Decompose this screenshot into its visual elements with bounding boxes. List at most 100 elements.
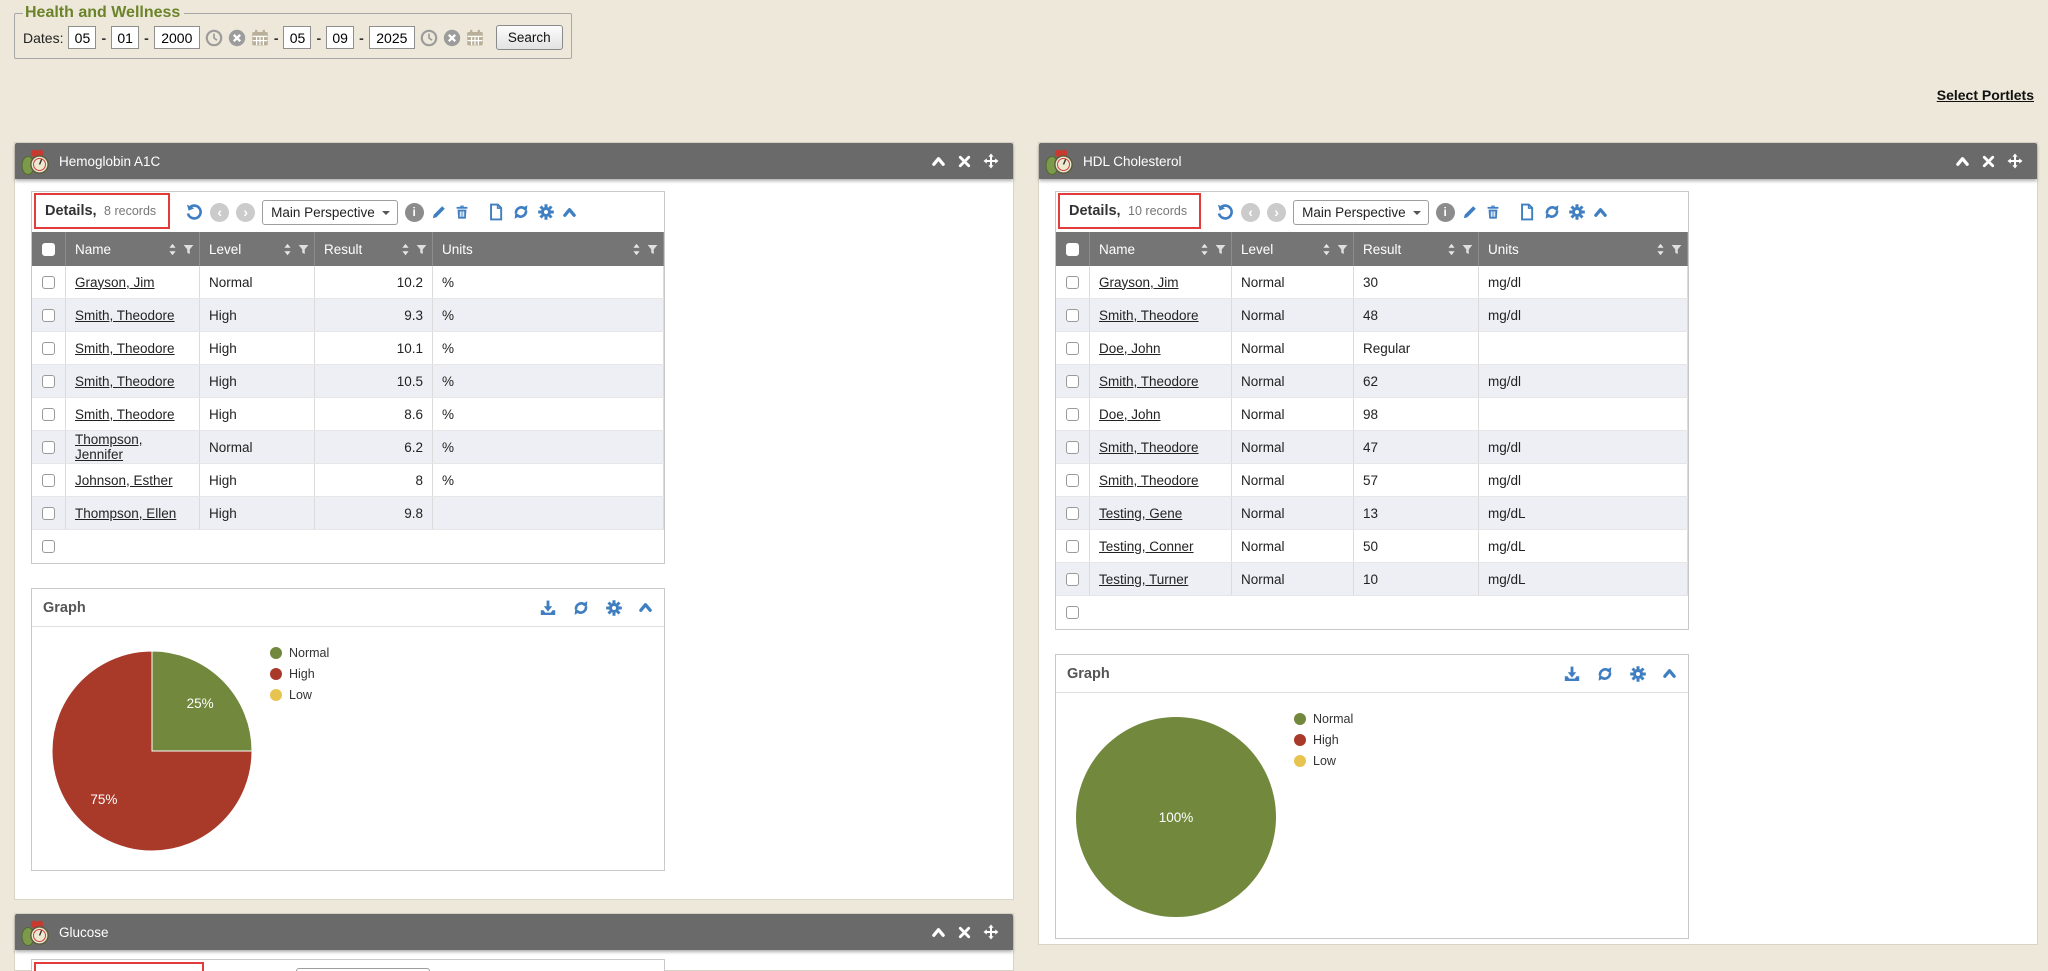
- table-row[interactable]: Testing, Gene Normal 13 mg/dL: [1056, 497, 1688, 530]
- filter-icon[interactable]: [647, 243, 658, 256]
- patient-name-link[interactable]: Smith, Theodore: [75, 341, 175, 356]
- row-checkbox[interactable]: [42, 342, 55, 355]
- settings-button[interactable]: [537, 203, 555, 221]
- table-row[interactable]: Doe, John Normal Regular: [1056, 332, 1688, 365]
- row-checkbox[interactable]: [42, 474, 55, 487]
- to-day-field[interactable]: [326, 26, 354, 49]
- filter-icon[interactable]: [1462, 243, 1473, 256]
- patient-name-link[interactable]: Doe, John: [1099, 407, 1161, 422]
- row-checkbox[interactable]: [1066, 408, 1079, 421]
- sort-icon[interactable]: [167, 243, 178, 256]
- settings-button[interactable]: [1568, 203, 1586, 221]
- close-button[interactable]: [957, 153, 972, 169]
- download-button[interactable]: [539, 599, 557, 617]
- patient-name-link[interactable]: Doe, John: [1099, 341, 1161, 356]
- sort-icon[interactable]: [1199, 243, 1210, 256]
- previous-button[interactable]: ‹: [210, 203, 229, 222]
- previous-button[interactable]: ‹: [1241, 203, 1260, 222]
- row-checkbox[interactable]: [1066, 309, 1079, 322]
- patient-name-link[interactable]: Testing, Conner: [1099, 539, 1194, 554]
- filter-icon[interactable]: [298, 243, 309, 256]
- patient-name-link[interactable]: Thompson, Ellen: [75, 506, 176, 521]
- patient-name-link[interactable]: Smith, Theodore: [1099, 440, 1199, 455]
- undo-button[interactable]: [1216, 203, 1234, 221]
- download-button[interactable]: [1563, 665, 1581, 683]
- move-handle[interactable]: [983, 924, 999, 940]
- move-handle[interactable]: [983, 153, 999, 169]
- row-checkbox[interactable]: [42, 375, 55, 388]
- patient-name-link[interactable]: Smith, Theodore: [1099, 473, 1199, 488]
- close-button[interactable]: [1981, 153, 1996, 169]
- delete-button[interactable]: [1485, 204, 1501, 220]
- settings-button[interactable]: [1629, 665, 1647, 683]
- patient-name-link[interactable]: Grayson, Jim: [75, 275, 155, 290]
- row-checkbox[interactable]: [42, 309, 55, 322]
- refresh-button[interactable]: [512, 203, 530, 221]
- filter-icon[interactable]: [183, 243, 194, 256]
- filter-icon[interactable]: [1215, 243, 1226, 256]
- patient-name-link[interactable]: Johnson, Esther: [75, 473, 173, 488]
- sort-icon[interactable]: [1655, 243, 1666, 256]
- row-checkbox[interactable]: [42, 441, 55, 454]
- table-row[interactable]: Thompson, Ellen High 9.8: [32, 497, 664, 530]
- collapse-section-button[interactable]: [1593, 205, 1608, 220]
- from-year-field[interactable]: [154, 26, 200, 49]
- row-checkbox[interactable]: [1066, 375, 1079, 388]
- patient-name-link[interactable]: Grayson, Jim: [1099, 275, 1179, 290]
- undo-button[interactable]: [185, 203, 203, 221]
- column-header[interactable]: Units: [433, 232, 664, 266]
- close-button[interactable]: [957, 924, 972, 940]
- patient-name-link[interactable]: Thompson, Jennifer: [75, 432, 190, 462]
- portlet-titlebar[interactable]: Hemoglobin A1C: [15, 143, 1013, 179]
- table-row[interactable]: Grayson, Jim Normal 30 mg/dl: [1056, 266, 1688, 299]
- perspective-select[interactable]: [296, 968, 430, 971]
- to-year-field[interactable]: [369, 26, 415, 49]
- row-checkbox[interactable]: [1066, 276, 1079, 289]
- refresh-button[interactable]: [1596, 665, 1614, 683]
- refresh-button[interactable]: [572, 599, 590, 617]
- table-row[interactable]: Testing, Turner Normal 10 mg/dL: [1056, 563, 1688, 596]
- next-button[interactable]: ›: [236, 203, 255, 222]
- from-month-field[interactable]: [68, 26, 96, 49]
- row-checkbox[interactable]: [1066, 540, 1079, 553]
- row-checkbox[interactable]: [1066, 342, 1079, 355]
- table-row[interactable]: Smith, Theodore High 9.3 %: [32, 299, 664, 332]
- refresh-button[interactable]: [1543, 203, 1561, 221]
- sort-icon[interactable]: [1446, 243, 1457, 256]
- table-row[interactable]: Smith, Theodore Normal 48 mg/dl: [1056, 299, 1688, 332]
- patient-name-link[interactable]: Smith, Theodore: [75, 308, 175, 323]
- column-header[interactable]: Name: [1090, 232, 1232, 266]
- select-all-checkbox[interactable]: [42, 243, 55, 256]
- info-button[interactable]: i: [405, 203, 424, 222]
- to-month-field[interactable]: [283, 26, 311, 49]
- select-all-checkbox[interactable]: [1066, 243, 1079, 256]
- from-day-field[interactable]: [111, 26, 139, 49]
- table-row[interactable]: Smith, Theodore Normal 62 mg/dl: [1056, 365, 1688, 398]
- filter-icon[interactable]: [1337, 243, 1348, 256]
- perspective-select[interactable]: Main Perspective: [262, 200, 398, 225]
- filter-icon[interactable]: [416, 243, 427, 256]
- portlet-titlebar[interactable]: HDL Cholesterol: [1039, 143, 2037, 179]
- edit-button[interactable]: [1462, 204, 1478, 220]
- row-checkbox[interactable]: [1066, 507, 1079, 520]
- new-record-button[interactable]: [1518, 203, 1536, 221]
- from-time-button[interactable]: [205, 28, 223, 48]
- collapse-button[interactable]: [1955, 153, 1970, 169]
- patient-name-link[interactable]: Testing, Turner: [1099, 572, 1188, 587]
- info-button[interactable]: i: [1436, 203, 1455, 222]
- patient-name-link[interactable]: Smith, Theodore: [75, 374, 175, 389]
- table-row[interactable]: Smith, Theodore Normal 57 mg/dl: [1056, 464, 1688, 497]
- table-row[interactable]: Grayson, Jim Normal 10.2 %: [32, 266, 664, 299]
- row-checkbox[interactable]: [42, 276, 55, 289]
- move-handle[interactable]: [2007, 153, 2023, 169]
- table-row[interactable]: Smith, Theodore Normal 47 mg/dl: [1056, 431, 1688, 464]
- to-clear-button[interactable]: [443, 28, 461, 48]
- table-row[interactable]: Smith, Theodore High 8.6 %: [32, 398, 664, 431]
- row-checkbox[interactable]: [1066, 573, 1079, 586]
- to-calendar-button[interactable]: [466, 28, 484, 48]
- table-row[interactable]: Johnson, Esther High 8 %: [32, 464, 664, 497]
- search-button[interactable]: Search: [496, 25, 563, 50]
- edit-button[interactable]: [431, 204, 447, 220]
- column-header[interactable]: Result: [315, 232, 433, 266]
- column-header[interactable]: Level: [200, 232, 315, 266]
